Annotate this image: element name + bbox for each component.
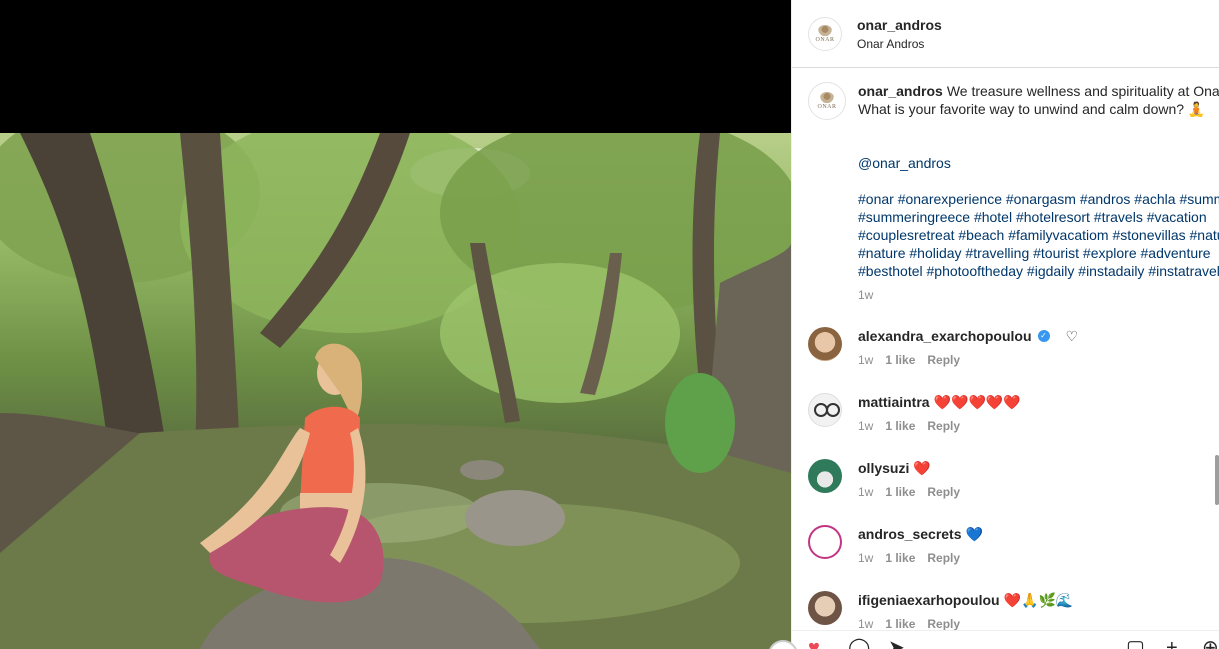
hashtag-line[interactable]: #nature #holiday #travelling #tourist #e… — [858, 244, 1219, 262]
reply-button[interactable]: Reply — [927, 551, 960, 565]
tree-logo-icon — [820, 92, 834, 103]
comment-time[interactable]: 1w — [858, 617, 873, 631]
hashtag-line[interactable]: #onar #onarexperience #onargasm #andros … — [858, 190, 1219, 208]
comment-time[interactable]: 1w — [858, 551, 873, 565]
comment-text: ❤️❤️❤️❤️❤️ — [933, 394, 1021, 410]
comment-likes[interactable]: 1 like — [885, 485, 915, 499]
caption-hashtags: #onar #onarexperience #onargasm #andros … — [858, 190, 1219, 280]
hashtag-line[interactable]: #summeringreece #hotel #hotelresort #tra… — [858, 208, 1219, 226]
comment-item: ifigeniaexarhopoulou ❤️🙏🌿🌊 1w 1 like Rep… — [808, 591, 1219, 631]
comment-time[interactable]: 1w — [858, 353, 873, 367]
comment-username[interactable]: andros_secrets — [858, 525, 962, 543]
plus-icon[interactable]: + — [1166, 637, 1188, 649]
caption-mention[interactable]: @onar_andros — [858, 154, 1219, 172]
comment-username[interactable]: mattiaintra — [858, 393, 930, 411]
caption-body: onar_andros We treasure wellness and spir… — [858, 82, 1219, 304]
reply-button[interactable]: Reply — [927, 617, 960, 631]
profile-avatar[interactable]: ONAR — [808, 16, 842, 51]
header-fullname: Onar Andros — [857, 36, 925, 51]
comment-time[interactable]: 1w — [858, 485, 873, 499]
heart-icon[interactable]: ♥ — [808, 637, 830, 649]
caption-username[interactable]: onar_andros — [858, 83, 943, 99]
reply-button[interactable]: Reply — [927, 353, 960, 367]
tree-logo-icon — [818, 24, 832, 36]
post-side-panel: ONAR onar_andros Onar Andros ONAR onar_a… — [791, 0, 1219, 649]
comment-username[interactable]: ollysuzi — [858, 459, 909, 477]
share-icon[interactable]: ➤ — [888, 637, 910, 649]
comment-item: ollysuzi ❤️ 1w 1 like Reply — [808, 459, 1219, 499]
logo-text: ONAR — [815, 36, 835, 43]
glasses-avatar-icon — [814, 403, 840, 417]
avatar[interactable] — [808, 525, 842, 559]
comment-item: mattiaintra ❤️❤️❤️❤️❤️ 1w 1 like Reply — [808, 393, 1219, 433]
avatar[interactable] — [808, 327, 842, 361]
comment-icon[interactable]: ◯ — [848, 637, 870, 649]
comment-likes[interactable]: 1 like — [885, 617, 915, 631]
caption-avatar[interactable]: ONAR — [808, 82, 846, 120]
comment-item: alexandra_exarchopoulou ✓ ♡ 1w 1 like Re… — [808, 327, 1219, 367]
header-username[interactable]: onar_andros — [857, 17, 942, 33]
logo-text: ONAR — [817, 104, 837, 110]
avatar[interactable] — [808, 459, 842, 493]
hashtag-line[interactable]: #couplesretreat #beach #familyvacatiom #… — [858, 226, 1219, 244]
comment-likes[interactable]: 1 like — [885, 551, 915, 565]
caption-time[interactable]: 1w — [858, 286, 1219, 304]
reply-button[interactable]: Reply — [927, 485, 960, 499]
bookmark-icon[interactable]: ▢ — [1126, 637, 1148, 649]
avatar[interactable] — [808, 591, 842, 625]
post-header: ONAR onar_andros Onar Andros — [792, 0, 1219, 68]
comment-item: andros_secrets 💙 1w 1 like Reply — [808, 525, 1219, 565]
more-icon[interactable]: ⊕ — [1202, 637, 1219, 649]
comment-time[interactable]: 1w — [858, 419, 873, 433]
comment-likes[interactable]: 1 like — [885, 353, 915, 367]
avatar[interactable] — [808, 393, 842, 427]
hashtag-line[interactable]: #besthotel #photooftheday #igdaily #inst… — [858, 262, 1219, 280]
comment-username[interactable]: alexandra_exarchopoulou — [858, 327, 1032, 345]
scrollbar[interactable] — [1215, 455, 1219, 505]
verified-badge-icon: ✓ — [1037, 330, 1050, 342]
yoga-scene-illustration — [0, 133, 791, 649]
header-text: onar_andros Onar Andros — [857, 17, 942, 51]
comment-text: ❤️🙏🌿🌊 — [1003, 592, 1074, 608]
post-caption: ONAR onar_andros We treasure wellness and… — [808, 82, 1219, 304]
post-photo[interactable] — [0, 133, 791, 649]
comment-text: ❤️ — [913, 460, 931, 476]
action-bar: ♥ ◯ ➤ ▢ + ⊕ — [792, 630, 1219, 649]
reply-button[interactable]: Reply — [927, 419, 960, 433]
heart-outline-icon: ♡ — [1065, 328, 1079, 344]
comment-text: 💙 — [965, 526, 983, 542]
comment-username[interactable]: ifigeniaexarhopoulou — [858, 591, 1000, 609]
post-media[interactable] — [0, 0, 791, 649]
comment-likes[interactable]: 1 like — [885, 419, 915, 433]
